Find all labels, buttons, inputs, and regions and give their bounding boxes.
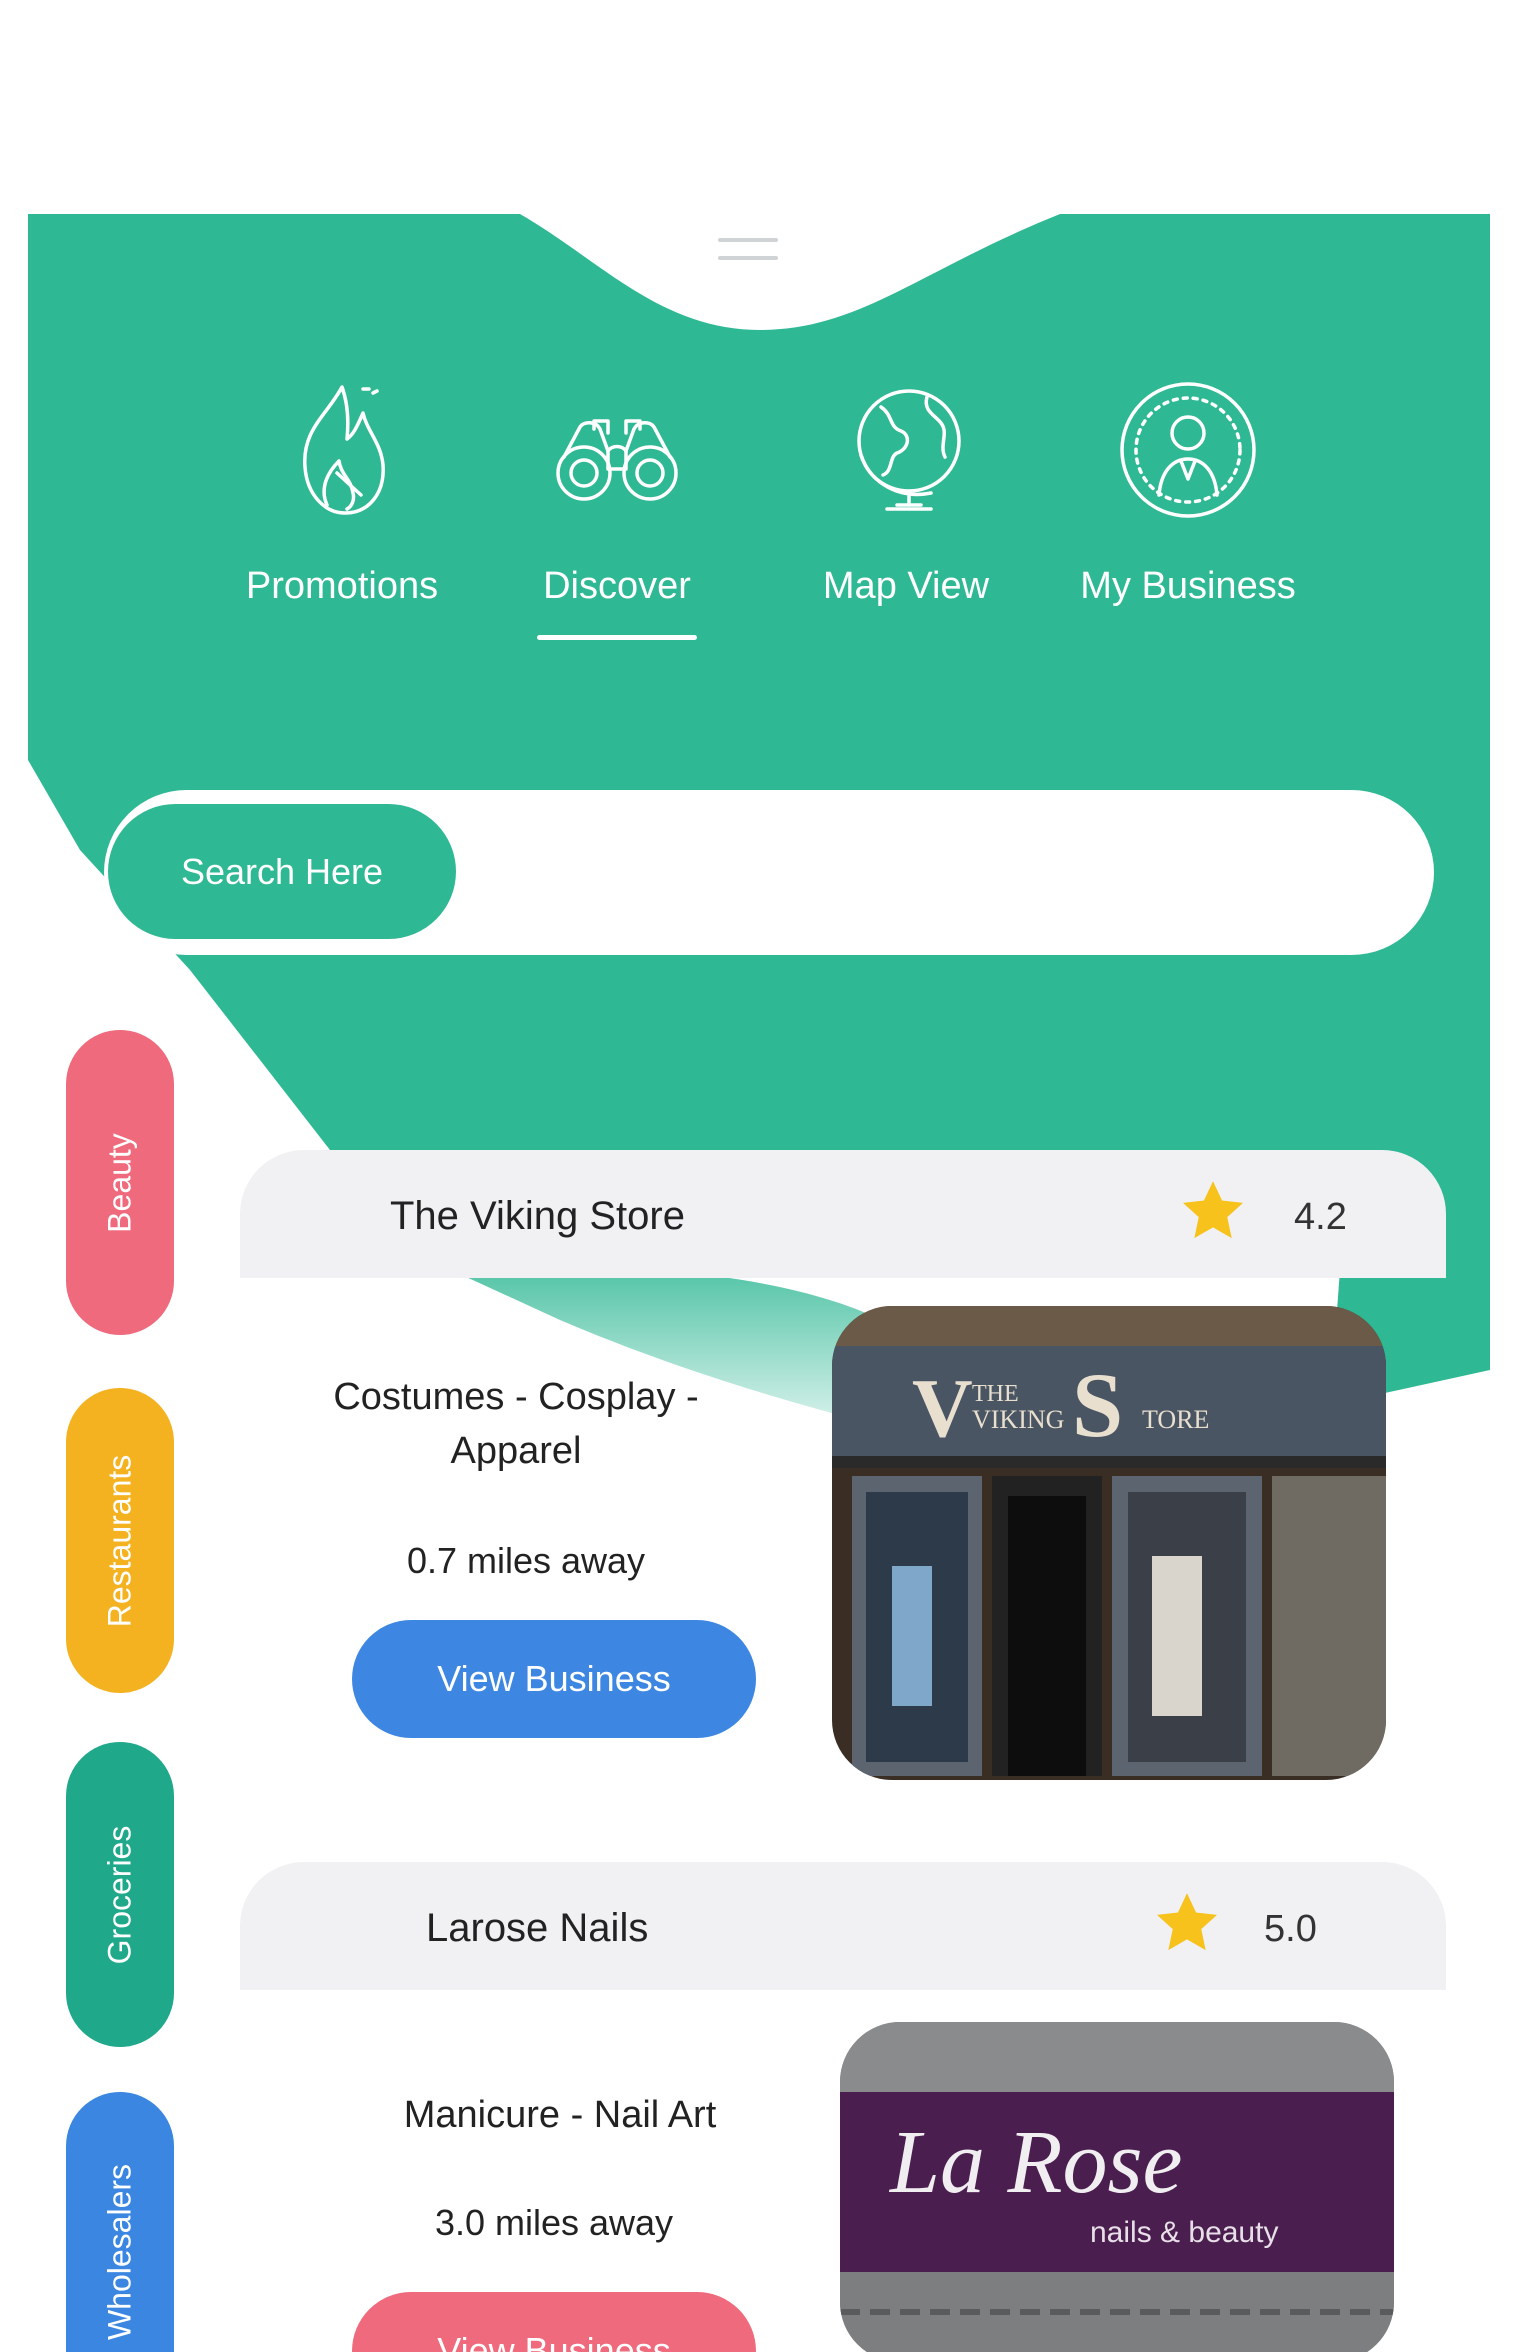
category-label: Wholesalers	[101, 2163, 138, 2341]
category-label: Beauty	[101, 1132, 138, 1233]
business-category: Costumes - Cosplay - Apparel	[296, 1370, 736, 1478]
business-name: Larose Nails	[426, 1906, 649, 1950]
star-icon	[1156, 1893, 1218, 1951]
business-card-header: Larose Nails 5.0	[240, 1862, 1446, 1990]
view-business-button[interactable]: View Business	[352, 2292, 756, 2352]
view-business-button[interactable]: View Business	[352, 1620, 756, 1738]
business-photo[interactable]: La Rose nails & beauty	[840, 2022, 1394, 2352]
svg-text:V: V	[912, 1362, 973, 1455]
business-name: The Viking Store	[390, 1194, 685, 1238]
category-label: Restaurants	[101, 1454, 138, 1627]
business-category-line: Manicure - Nail Art	[403, 2094, 717, 2136]
business-distance: 0.7 miles away	[406, 1540, 646, 1581]
tab-discover[interactable]: Discover	[497, 375, 737, 640]
category-restaurants[interactable]: Restaurants	[66, 1388, 174, 1693]
tab-my-business-label: My Business	[1080, 565, 1296, 607]
top-nav: Promotions Discover Map View My Business	[222, 375, 1332, 655]
svg-text:TORE: TORE	[1142, 1405, 1209, 1434]
business-distance: 3.0 miles away	[434, 2202, 674, 2243]
search-bar: Search Here	[104, 790, 1434, 955]
search-button[interactable]: Search Here	[108, 804, 456, 939]
category-label: Groceries	[101, 1825, 138, 1964]
business-card-header: The Viking Store 4.2	[240, 1150, 1446, 1278]
photo-sign-subtext: nails & beauty	[1090, 2216, 1278, 2249]
search-input[interactable]	[474, 820, 1374, 920]
tab-promotions[interactable]: Promotions	[222, 375, 462, 635]
category-wholesalers[interactable]: Wholesalers	[66, 2092, 174, 2352]
tab-promotions-label: Promotions	[245, 565, 439, 607]
photo-sign-text: La Rose	[888, 2113, 1183, 2212]
handle-line	[718, 256, 778, 260]
user-circle-icon	[1120, 382, 1256, 518]
svg-text:THE: THE	[972, 1381, 1019, 1407]
globe-icon	[857, 389, 961, 511]
tab-map-view-label: Map View	[822, 565, 990, 607]
svg-text:VIKING: VIKING	[972, 1405, 1064, 1434]
category-beauty[interactable]: Beauty	[66, 1030, 174, 1335]
svg-text:S: S	[1072, 1354, 1123, 1456]
business-rating: 5.0	[1264, 1908, 1317, 1950]
category-groceries[interactable]: Groceries	[66, 1742, 174, 2047]
business-card: Larose Nails 5.0 Manicure - Nail Art 3.0…	[240, 1862, 1446, 2352]
tab-discover-label: Discover	[543, 565, 691, 607]
binoculars-icon	[556, 419, 678, 501]
business-category-line: Costumes - Cosplay -	[333, 1376, 699, 1418]
handle-line	[718, 238, 778, 242]
star-icon	[1182, 1181, 1244, 1239]
tab-map-view[interactable]: Map View	[786, 375, 1026, 635]
business-category: Manicure - Nail Art	[340, 2088, 780, 2142]
business-photo[interactable]: V THE VIKING S TORE	[832, 1306, 1386, 1780]
tab-my-business[interactable]: My Business	[1068, 375, 1308, 635]
flame-icon	[303, 385, 385, 515]
business-card: The Viking Store 4.2 Costumes - Cosplay …	[240, 1150, 1446, 1780]
business-rating: 4.2	[1294, 1196, 1347, 1238]
drag-handle[interactable]	[718, 238, 778, 274]
active-tab-indicator	[537, 635, 697, 640]
business-category-line: Apparel	[450, 1430, 582, 1472]
storefront-image: La Rose nails & beauty	[840, 2022, 1394, 2352]
storefront-image: V THE VIKING S TORE	[832, 1306, 1386, 1780]
